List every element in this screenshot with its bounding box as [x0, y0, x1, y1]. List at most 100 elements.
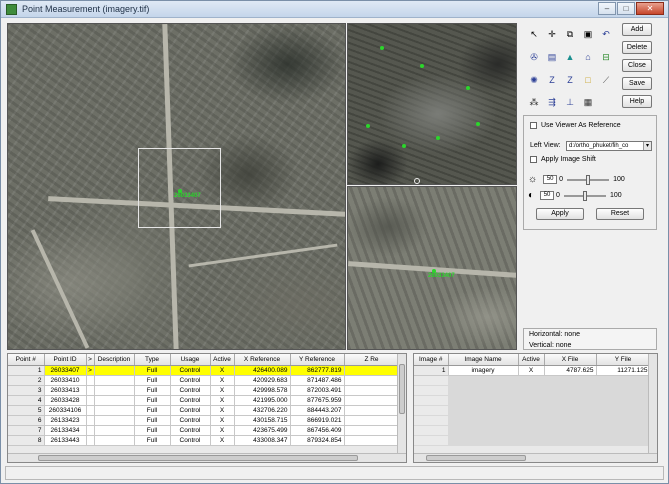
table-cell-y[interactable]: 879324.854	[290, 435, 345, 446]
table-cell-type[interactable]: Full	[134, 425, 171, 436]
save-button[interactable]: Save	[622, 77, 652, 90]
close-button[interactable]: Close	[622, 59, 652, 72]
control-point-marker[interactable]	[402, 144, 406, 148]
scrollbar-thumb[interactable]	[426, 455, 526, 461]
table-cell-num[interactable]: 3	[8, 385, 45, 396]
table-row[interactable]: 6 26133423 Full Control X 430158.715 866919.02…	[8, 415, 400, 426]
table-cell-id[interactable]: 26033410	[44, 375, 87, 386]
table-cell-x[interactable]: 432706.220	[234, 405, 291, 416]
column-header[interactable]: X File	[544, 354, 597, 366]
table-cell-usage[interactable]: Control	[170, 415, 211, 426]
brightness-spinner[interactable]: 50	[543, 175, 558, 184]
image-table-horizontal-scrollbar[interactable]	[414, 453, 657, 462]
arrows-icon[interactable]: ⇶	[545, 95, 559, 109]
brightness-slider[interactable]	[567, 174, 610, 185]
close-icon[interactable]: ✕	[636, 2, 664, 15]
table-cell-y[interactable]: 884443.207	[290, 405, 345, 416]
table-cell-num[interactable]: 8	[8, 435, 45, 446]
table-cell-x[interactable]: 4787.625	[544, 365, 597, 376]
help-button[interactable]: Help	[622, 95, 652, 108]
table-cell-y[interactable]: 867456.409	[290, 425, 345, 436]
compass-icon[interactable]: ✇	[527, 50, 541, 64]
table-cell-desc[interactable]	[94, 385, 135, 396]
square-icon[interactable]: □	[581, 73, 595, 87]
table-row[interactable]: 1 26033407 > Full Control X 426400.089 862777.8…	[8, 365, 400, 376]
column-header[interactable]: Type	[134, 354, 171, 366]
column-header[interactable]: Active	[518, 354, 545, 366]
table-cell-num[interactable]: 5	[8, 405, 45, 416]
brightness-slider-thumb[interactable]	[586, 174, 591, 185]
line-icon[interactable]: ⟋	[599, 73, 613, 87]
table-cell-mark[interactable]	[86, 415, 95, 426]
column-header[interactable]: Image #	[414, 354, 449, 366]
table-cell-active[interactable]: X	[210, 385, 235, 396]
table-cell-id[interactable]: 260334106	[44, 405, 87, 416]
control-point-marker[interactable]	[466, 86, 470, 90]
table-cell-type[interactable]: Full	[134, 365, 171, 376]
table-cell-z[interactable]	[344, 385, 400, 396]
table-cell-mark[interactable]	[86, 385, 95, 396]
zoom-viewer[interactable]: 26033407	[347, 186, 517, 350]
table-cell-z[interactable]	[344, 415, 400, 426]
save-icon[interactable]: ▣	[581, 27, 595, 41]
table-cell-z[interactable]	[344, 425, 400, 436]
table-cell-mark[interactable]	[86, 405, 95, 416]
frame-icon[interactable]: ⌂	[581, 50, 595, 64]
table-cell-desc[interactable]	[94, 425, 135, 436]
table-cell-type[interactable]: Full	[134, 395, 171, 406]
globe-icon[interactable]: ✺	[527, 73, 541, 87]
link-icon[interactable]: ⧉	[563, 27, 577, 41]
table-cell-num[interactable]: 6	[8, 415, 45, 426]
drive-icon[interactable]: ⊟	[599, 50, 613, 64]
table-cell-x[interactable]: 429998.578	[234, 385, 291, 396]
table-row[interactable]: 1 imagery X 4787.625 11271.125	[414, 365, 651, 376]
control-point-marker[interactable]	[380, 46, 384, 50]
table-cell-usage[interactable]: Control	[170, 365, 211, 376]
column-header[interactable]: Z Re	[344, 354, 400, 366]
point-table-vertical-scrollbar[interactable]	[397, 354, 406, 455]
crosshair-icon[interactable]: ✛	[545, 27, 559, 41]
maximize-icon[interactable]: □	[617, 2, 635, 15]
table-cell-active[interactable]: X	[210, 375, 235, 386]
table-cell-mark[interactable]	[86, 435, 95, 446]
table-cell-id[interactable]: 26033413	[44, 385, 87, 396]
table-cell-mark[interactable]: >	[86, 365, 95, 376]
multi-point-icon[interactable]: ⁂	[527, 95, 541, 109]
table-cell-usage[interactable]: Control	[170, 405, 211, 416]
table-cell-x[interactable]: 433008.347	[234, 435, 291, 446]
reset-button[interactable]: Reset	[596, 208, 644, 220]
table-cell-z[interactable]	[344, 365, 400, 376]
table-cell-desc[interactable]	[94, 365, 135, 376]
table-cell-active[interactable]: X	[210, 395, 235, 406]
undo-icon[interactable]: ↶	[599, 27, 613, 41]
pointer-icon[interactable]: ↖	[527, 27, 541, 41]
control-point-marker[interactable]	[366, 124, 370, 128]
table-cell-z[interactable]	[344, 405, 400, 416]
table-cell-id[interactable]: 26133423	[44, 415, 87, 426]
table-cell-num[interactable]: 7	[8, 425, 45, 436]
table-cell-mark[interactable]	[86, 375, 95, 386]
table-row[interactable]: 8 26133443 Full Control X 433008.347 879324.85…	[8, 435, 400, 446]
delete-button[interactable]: Delete	[622, 41, 652, 54]
table-row[interactable]: 7 26133434 Full Control X 423675.499 867456.40…	[8, 425, 400, 436]
viewer-icon[interactable]: ▦	[581, 95, 595, 109]
apply-shift-checkbox[interactable]	[530, 156, 537, 163]
column-header[interactable]: Image Name	[448, 354, 519, 366]
table-cell-y[interactable]: 862777.819	[290, 365, 345, 376]
add-button[interactable]: Add	[622, 23, 652, 36]
triangle-icon[interactable]: ▲	[563, 50, 577, 64]
table-cell-desc[interactable]	[94, 405, 135, 416]
table-cell-y[interactable]: 866919.021	[290, 415, 345, 426]
table-cell-x[interactable]: 430158.715	[234, 415, 291, 426]
height-icon[interactable]: ⊥	[563, 95, 577, 109]
table-cell-usage[interactable]: Control	[170, 375, 211, 386]
chevron-down-icon[interactable]: ▾	[643, 142, 651, 150]
point-table-horizontal-scrollbar[interactable]	[8, 453, 406, 462]
use-viewer-checkbox[interactable]	[530, 122, 537, 129]
table-cell-num[interactable]: 4	[8, 395, 45, 406]
control-point-marker[interactable]	[420, 64, 424, 68]
column-header[interactable]: Point #	[8, 354, 45, 366]
table-cell-x[interactable]: 421995.000	[234, 395, 291, 406]
table-cell-type[interactable]: Full	[134, 385, 171, 396]
table-cell-active[interactable]: X	[210, 435, 235, 446]
